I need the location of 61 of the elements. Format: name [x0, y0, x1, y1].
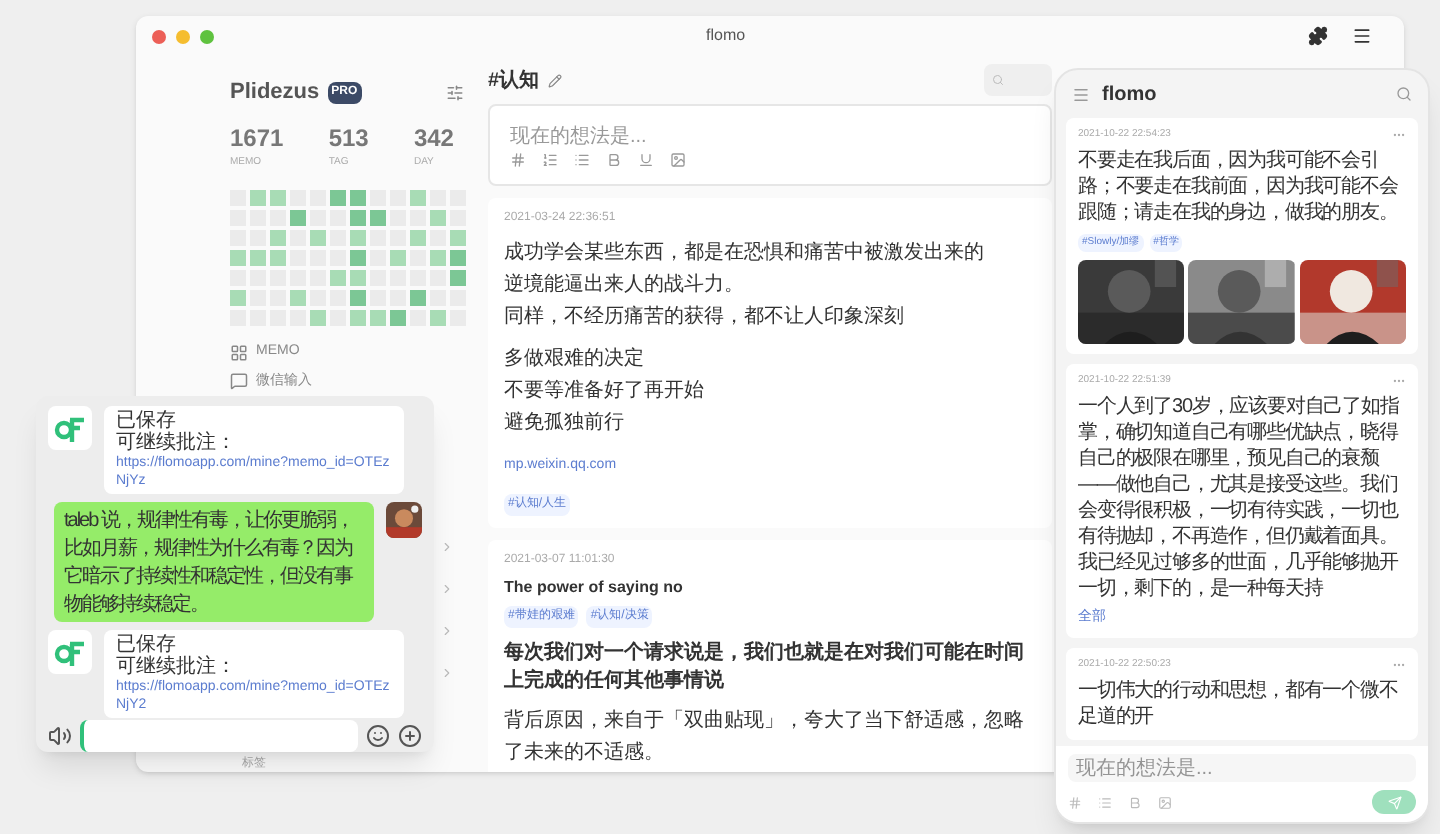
maximize-button[interactable]: [200, 29, 214, 43]
send-button[interactable]: [1372, 790, 1416, 814]
chevron-icon: [440, 624, 454, 638]
search-icon: [992, 74, 1004, 86]
underline-icon[interactable]: [638, 152, 654, 168]
memo-text: 一个人到了30岁，应该要对自己了如指掌，确切知道自己有哪些优缺点，晓得自己的极限在哪里，预见自己的衰颓——做他自己，尤其是接受这些。我们会变得很积极，一切有待实践，一切也有待抛却，不再造作，但仍戴着面具。我已经见过够多的世面，几乎能够抛开一切，剩下的，是一种每天持: [1078, 393, 1401, 601]
memo-text: 背后原因，来自于「双曲贴现」，夸大了当下舒适感，忽略了未来的不适感。: [504, 707, 1026, 767]
message-text: taleb 说，规律性有毒，让你更脆弱，比如月薪，规律性为什么有毒？因为它暗示了持续性和稳定性，但没有事物能够持续稳定。: [64, 510, 353, 616]
memo-text: 成功学会某些东西，都是在恐惧和痛苦中被激发出来的: [504, 239, 986, 268]
hash-icon[interactable]: [1068, 795, 1082, 809]
window-title: flomo: [706, 24, 746, 48]
stat-value: 342: [413, 125, 454, 149]
chat-icon: [230, 372, 248, 391]
edit-icon[interactable]: [547, 73, 562, 87]
chevron-icon: [440, 582, 454, 596]
memo-text: 同样，不经历痛苦的获得，都不让人印象深刻: [504, 303, 906, 332]
message-text: 可继续批注：: [116, 656, 238, 678]
memo-text: 逆境能逼出来人的战斗力。: [504, 271, 746, 300]
memo-input[interactable]: 现在的想法是...: [1068, 754, 1416, 782]
minimize-button[interactable]: [176, 29, 190, 43]
memo-text: 不要走在我后面，因为我可能不会引路；不要走在我前面，因为我可能不会跟随；请走在我的身边，做我的朋友。: [1078, 147, 1400, 225]
image-icon[interactable]: [1158, 795, 1172, 809]
search-icon[interactable]: [1396, 86, 1412, 102]
stat-value: 513: [328, 125, 369, 149]
memo-text: 不要等准备好了再开始: [504, 377, 706, 406]
message-text: 可继续批注：: [116, 432, 238, 454]
brand-name: flomo: [1102, 81, 1157, 109]
puzzle-icon[interactable]: [1308, 26, 1328, 46]
message-text: 已保存: [116, 634, 176, 656]
menu-icon[interactable]: [1352, 26, 1372, 46]
stat-value: 1671: [230, 125, 284, 149]
numbered-list-icon[interactable]: [542, 152, 558, 168]
add-icon[interactable]: [398, 723, 422, 747]
send-icon: [1387, 795, 1401, 809]
bullet-list-icon[interactable]: [574, 152, 590, 168]
memo-editor[interactable]: 现在的想法是...: [488, 104, 1052, 186]
voice-icon[interactable]: [48, 723, 72, 747]
memo-title: The power of saying no: [504, 575, 685, 599]
memo-text: 多做艰难的决定: [504, 345, 646, 374]
user-name: Plidezus: [230, 78, 320, 108]
hash-icon[interactable]: [510, 152, 526, 168]
logo-icon: [48, 406, 92, 450]
emoji-icon[interactable]: [366, 723, 390, 747]
page-title: #认知: [488, 67, 540, 95]
memo-text: 避免孤独前行: [504, 409, 626, 438]
image-icon[interactable]: [670, 152, 686, 168]
bold-icon[interactable]: [1128, 795, 1142, 809]
search-field[interactable]: [984, 64, 1052, 96]
close-button[interactable]: [152, 29, 166, 43]
chevron-icon: [440, 666, 454, 680]
memo-input[interactable]: 现在的想法是...: [510, 122, 1030, 152]
bullet-list-icon[interactable]: [1098, 795, 1112, 809]
settings-icon[interactable]: [446, 83, 464, 102]
message-input[interactable]: [80, 719, 358, 751]
message-text: 已保存: [116, 410, 176, 432]
chevron-icon: [440, 540, 454, 554]
bold-icon[interactable]: [606, 152, 622, 168]
memo-text: 每次我们对一个请求说是，我们也就是在对我们可能在时间上完成的任何其他事情说: [504, 639, 1026, 695]
grid-icon: [230, 343, 248, 362]
memo-text: 一切伟大的行动和思想，都有一个微不足道的开: [1078, 677, 1400, 729]
logo-icon: [48, 630, 92, 674]
